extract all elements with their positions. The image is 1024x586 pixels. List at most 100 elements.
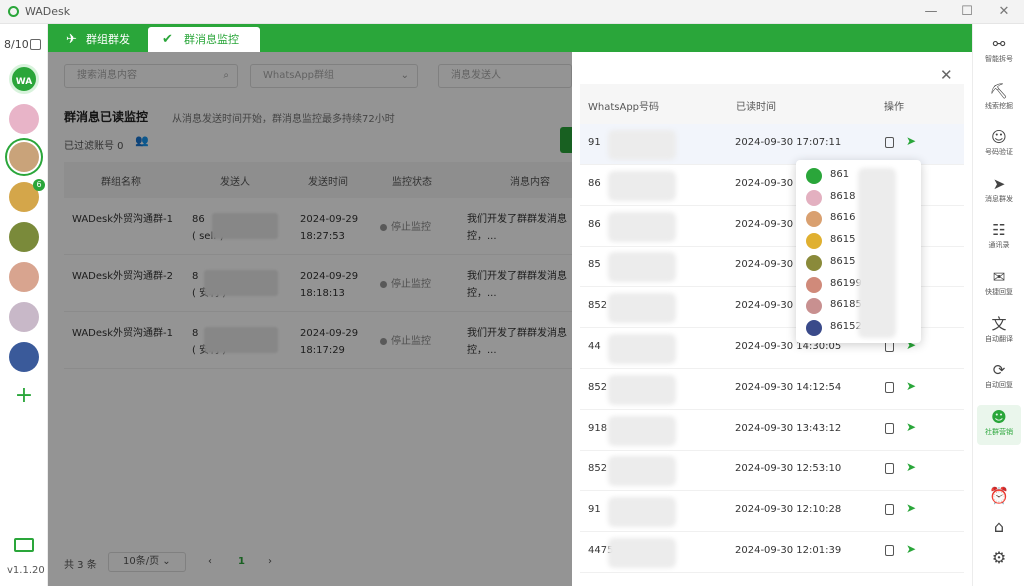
account-avatar-1[interactable] bbox=[9, 104, 39, 134]
panel-row[interactable]: 852 2024-09-30 14:12:54 ➤ bbox=[580, 369, 964, 410]
contact-number: 861 bbox=[830, 169, 850, 180]
account-avatar-5[interactable] bbox=[9, 262, 39, 292]
contact-avatar bbox=[806, 233, 822, 250]
community-icon: ☻ bbox=[991, 407, 1007, 426]
check-icon: ✔ bbox=[162, 32, 173, 47]
tool-dig[interactable]: ⛏ 线索挖掘 bbox=[977, 79, 1021, 119]
copy-icon[interactable] bbox=[885, 381, 894, 393]
whatsapp-number: 91 bbox=[588, 504, 601, 516]
copy-icon[interactable] bbox=[885, 137, 894, 148]
redacted-blur bbox=[608, 293, 676, 324]
account-avatar-2[interactable] bbox=[9, 142, 39, 172]
collapse-icon[interactable] bbox=[30, 39, 41, 50]
maximize-button[interactable]: ☐ bbox=[956, 3, 978, 21]
monitor-icon[interactable] bbox=[14, 538, 34, 552]
contact-number: 8618 bbox=[830, 190, 856, 202]
tool-label: 智能拆号 bbox=[985, 55, 1013, 63]
whatsapp-number: 86 bbox=[588, 218, 601, 230]
redacted-blur bbox=[608, 456, 676, 487]
col-whatsapp-number: WhatsApp号码 bbox=[588, 102, 660, 113]
store-icon[interactable]: ⌂ bbox=[987, 517, 1011, 539]
contacts-icon: ☷ bbox=[992, 221, 1006, 240]
panel-row[interactable]: 852 2024-09-30 12:53:10 ➤ bbox=[580, 450, 964, 492]
whatsapp-number: 852 bbox=[588, 381, 608, 393]
close-window-button[interactable]: ✕ bbox=[993, 3, 1015, 21]
tool-label: 号码验证 bbox=[985, 148, 1013, 157]
redacted-blur bbox=[858, 168, 896, 338]
whatsapp-number: 44 bbox=[588, 341, 601, 352]
dig-icon: ⛏ bbox=[989, 81, 1009, 100]
tool-auto-reply[interactable]: ⟳ 自动回复 bbox=[977, 358, 1021, 398]
settings-icon[interactable]: ⚙ bbox=[987, 548, 1011, 570]
send-icon: ➤ bbox=[992, 174, 1006, 193]
copy-icon[interactable] bbox=[885, 504, 894, 516]
redacted-blur bbox=[608, 211, 676, 242]
account-avatar-7[interactable] bbox=[9, 342, 39, 372]
whatsapp-number: 85 bbox=[588, 259, 601, 271]
tab-label: 群消息监控 bbox=[184, 33, 239, 46]
account-sidebar: 8/10 WA 6 + v1.1.20 bbox=[0, 24, 48, 586]
app-title: WADesk bbox=[25, 5, 71, 18]
app-logo-icon bbox=[8, 6, 19, 17]
tool-label: 社群营销 bbox=[985, 427, 1013, 436]
alarm-icon[interactable]: ⏰ bbox=[987, 486, 1011, 508]
copy-icon[interactable] bbox=[885, 463, 894, 475]
read-time: 2024-09-30 13:43:12 bbox=[735, 422, 842, 434]
tool-contacts[interactable]: ☷ 通讯录 bbox=[977, 218, 1021, 258]
redacted-blur bbox=[608, 170, 676, 201]
close-icon[interactable]: ✕ bbox=[940, 66, 953, 84]
read-time: 2024-09-30 bbox=[735, 177, 794, 189]
account-counter: 8/10 bbox=[4, 38, 29, 51]
whatsapp-number: 86 bbox=[588, 177, 601, 189]
send-icon[interactable]: ➤ bbox=[906, 379, 916, 393]
tool-quick-reply[interactable]: ✉ 快捷回复 bbox=[977, 265, 1021, 305]
contact-number: 8615 bbox=[830, 255, 856, 267]
contact-avatar bbox=[806, 211, 822, 228]
tools-sidebar: ⚯ 智能拆号 ⛏ 线索挖掘 ☺ 号码验证 ➤ 消息群发 ☷ 通讯录 ✉ 快捷回复文自动翻译 ⟳ 自动回复 ☻… bbox=[972, 24, 1024, 586]
tool-verify[interactable]: ☺ 号码验证 bbox=[977, 125, 1021, 165]
copy-icon[interactable] bbox=[885, 422, 894, 434]
redacted-blur bbox=[608, 130, 676, 160]
send-icon[interactable]: ➤ bbox=[906, 501, 916, 515]
send-icon[interactable]: ➤ bbox=[906, 542, 916, 556]
send-icon[interactable]: ➤ bbox=[906, 420, 916, 434]
tab-label: 群组群发 bbox=[86, 33, 130, 46]
copy-icon[interactable] bbox=[885, 545, 894, 556]
app-window: WADesk — ☐ ✕ 8/10 WA 6 + v1.1.20 ✈ 群组群发 … bbox=[0, 0, 1024, 586]
panel-row[interactable]: 91 2024-09-30 17:07:11 ➤ bbox=[580, 124, 964, 165]
send-icon[interactable]: ➤ bbox=[906, 460, 916, 474]
read-time: 2024-09-30 17:07:11 bbox=[735, 137, 842, 148]
tool-label: 自动翻译 bbox=[985, 334, 1013, 343]
send-icon[interactable]: ➤ bbox=[906, 134, 916, 148]
tab-group-broadcast[interactable]: ✈ 群组群发 bbox=[64, 27, 154, 52]
top-tab-bar: ✈ 群组群发 ✔ 群消息监控 bbox=[48, 24, 972, 52]
add-account-icon[interactable]: + bbox=[12, 384, 36, 408]
tool-label: 自动回复 bbox=[985, 381, 1013, 390]
account-avatar-6[interactable] bbox=[9, 302, 39, 332]
read-time: 2024-09-30 bbox=[735, 300, 794, 312]
panel-row[interactable]: 4475 2024-09-30 12:01:39 ➤ bbox=[580, 532, 964, 573]
tool-share[interactable]: ⚯ 智能拆号 bbox=[977, 32, 1021, 72]
minimize-button[interactable]: — bbox=[920, 3, 942, 21]
whatsapp-number: 918 bbox=[588, 422, 608, 434]
read-time: 2024-09-30 bbox=[735, 259, 794, 271]
read-time: 2024-09-30 12:10:28 bbox=[735, 504, 842, 516]
tab-group-monitor[interactable]: ✔ 群消息监控 bbox=[148, 27, 260, 52]
contact-avatar bbox=[806, 319, 822, 336]
tool-send[interactable]: ➤ 消息群发 bbox=[977, 172, 1021, 212]
tool-translate[interactable]: 文自动翻译 bbox=[977, 312, 1021, 352]
tool-label: 快捷回复 bbox=[985, 288, 1013, 296]
modal-overlay[interactable] bbox=[48, 52, 572, 586]
account-avatar-4[interactable] bbox=[9, 222, 39, 252]
panel-row[interactable]: 91 2024-09-30 12:10:28 ➤ bbox=[580, 491, 964, 533]
tool-community[interactable]: ☻ 社群营销 bbox=[977, 404, 1021, 445]
tool-label: 通讯录 bbox=[988, 241, 1010, 250]
tool-label: 消息群发 bbox=[985, 194, 1013, 203]
panel-row[interactable]: 918 2024-09-30 13:43:12 ➤ bbox=[580, 410, 964, 451]
auto-reply-icon: ⟳ bbox=[992, 361, 1006, 380]
redacted-blur bbox=[608, 415, 676, 446]
quick-reply-icon: ✉ bbox=[992, 268, 1006, 286]
whatsapp-logo-icon[interactable]: WA bbox=[9, 64, 39, 94]
col-actions: 操作 bbox=[884, 102, 904, 113]
col-read-time: 已读时间 bbox=[736, 102, 776, 113]
